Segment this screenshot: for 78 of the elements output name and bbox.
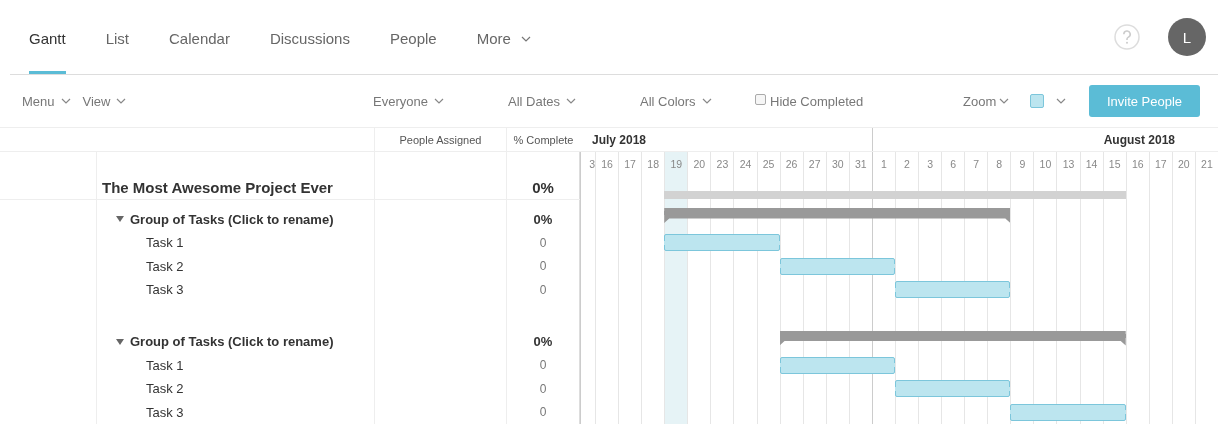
day-label: 2 [894,152,919,176]
percent-complete: 0 [539,358,547,373]
day-label: 3 [580,152,595,176]
user-avatar[interactable]: L [1168,18,1206,56]
chevron-down-icon [999,98,1010,104]
day-label: 20 [687,152,711,176]
percent-complete: 0% [533,211,553,227]
chevron-down-icon [520,35,531,42]
chevron-down-icon[interactable] [1056,98,1066,104]
task-name[interactable]: Task 2 [146,381,184,397]
day-label: 24 [733,152,757,176]
task-name[interactable]: Task 2 [146,258,184,274]
day-label: 17 [1148,152,1172,176]
day-label: 1 [871,152,895,176]
caret-icon[interactable] [116,337,124,346]
group-bar[interactable] [664,208,1011,223]
day-label: 8 [987,152,1011,176]
task-name[interactable]: Task 3 [146,404,184,420]
menu-dropdown[interactable]: View [82,93,127,109]
day-label: 3 [918,152,942,176]
percent-complete: 0 [539,282,547,297]
task-name[interactable]: Task 3 [146,282,184,298]
tab[interactable]: List [105,0,130,74]
chevron-down-icon [566,98,577,104]
day-label: 10 [1033,152,1057,176]
chevron-down-icon [701,98,712,104]
percent-complete: 0 [539,405,547,420]
day-label: 9 [1010,152,1034,176]
day-label: 6 [941,152,965,176]
filter-dropdown[interactable]: Everyone [373,93,444,109]
day-label: 16 [595,152,619,176]
caret-icon[interactable] [116,215,124,223]
column-header: People Assigned [399,133,482,146]
zoom-dropdown[interactable]: Zoom [963,93,1010,109]
percent-complete: 0 [539,235,547,250]
day-label: 17 [618,152,642,176]
day-label: 7 [964,152,988,176]
filter-dropdown[interactable]: All Colors [640,93,712,109]
tab[interactable]: More [476,0,531,74]
day-label: 15 [1102,152,1126,176]
chevron-down-icon [60,98,71,104]
help-icon[interactable] [1114,24,1140,50]
task-name[interactable]: Task 1 [146,357,184,373]
day-label: 25 [756,152,780,176]
month-label: July 2018 [592,132,647,147]
day-label: 27 [802,152,826,176]
day-label: 13 [1056,152,1080,176]
tab[interactable]: Calendar [169,0,230,74]
day-label: 30 [825,152,849,176]
project-name: The Most Awesome Project Ever [102,179,333,196]
menu-dropdown[interactable]: Menu [22,93,71,109]
column-header: % Complete [513,133,574,146]
tab[interactable]: Discussions [269,0,350,74]
group-name[interactable]: Group of Tasks (Click to rename) [130,211,334,227]
group-bar[interactable] [779,330,1126,346]
day-label: 14 [1079,152,1103,176]
percent-complete: 0% [533,334,553,349]
checkbox[interactable] [755,94,766,105]
day-label: 21 [1194,152,1218,176]
day-label: 16 [1125,152,1149,176]
group-name[interactable]: Group of Tasks (Click to rename) [130,334,334,349]
task-name[interactable]: Task 1 [146,235,184,251]
chevron-down-icon [116,98,127,104]
day-label: 31 [848,152,872,176]
percent-complete: 0 [539,259,547,274]
tab[interactable]: Gantt [29,0,66,74]
day-label: 26 [779,152,803,176]
filter-dropdown[interactable]: All Dates [508,93,577,109]
percent-complete: 0% [532,179,554,196]
month-label: August 2018 [1103,132,1175,147]
color-swatch[interactable] [1030,94,1044,108]
day-label: 19 [664,152,688,176]
chevron-down-icon [433,98,444,104]
percent-complete: 0 [539,381,547,396]
checkbox-label: Hide Completed [770,93,864,109]
day-label: 23 [710,152,734,176]
tab[interactable]: People [389,0,437,74]
day-label: 20 [1171,152,1195,176]
